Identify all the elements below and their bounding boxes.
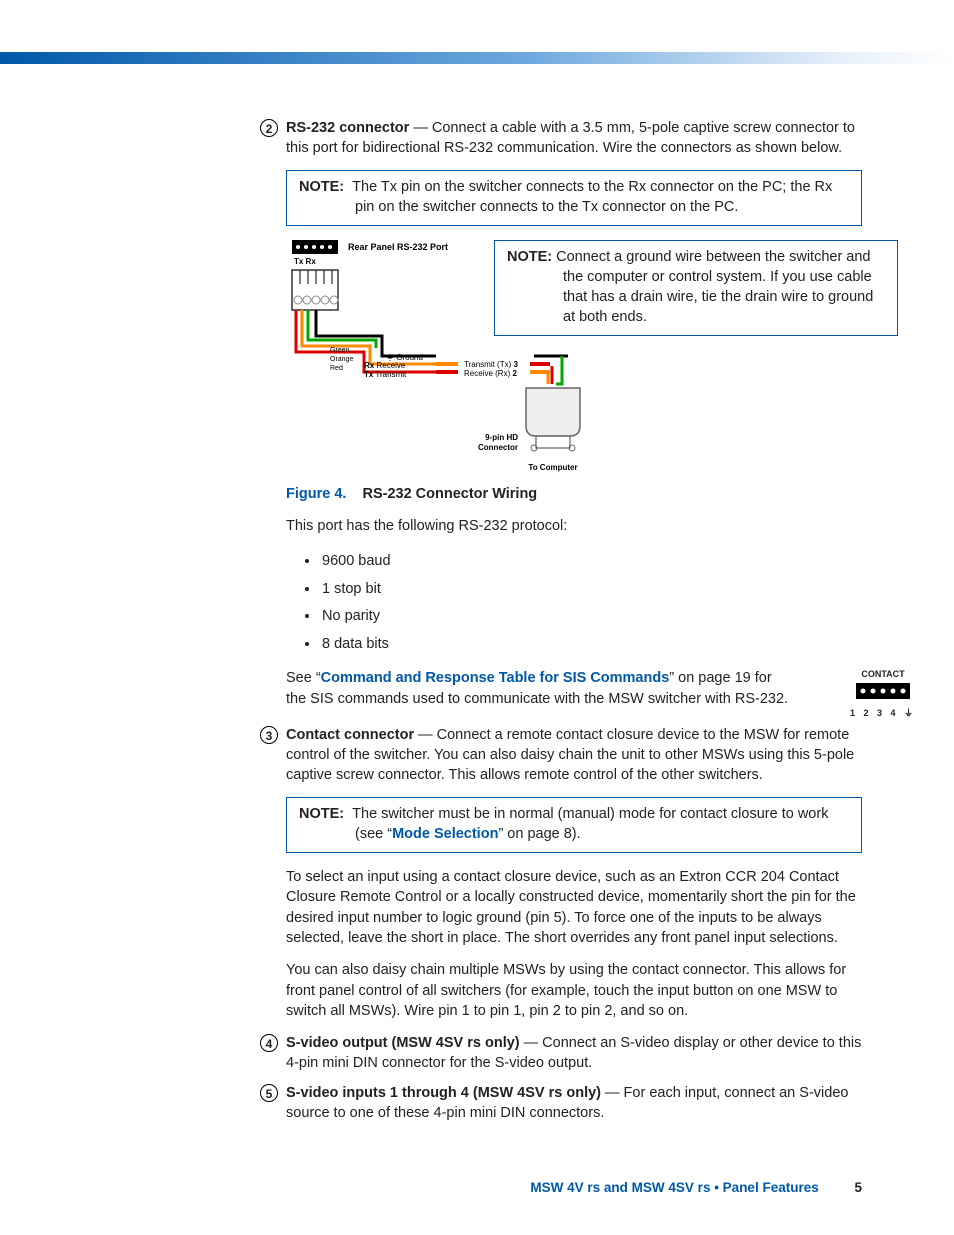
note-text: The Tx pin on the switcher connects to t…	[352, 179, 832, 215]
svg-text:Transmit (Tx) 3: Transmit (Tx) 3	[464, 360, 519, 369]
item-4-title: S-video output (MSW 4SV rs only)	[286, 1035, 520, 1051]
contact-connector-figure: CONTACT 1 2 3 4 ⏚	[848, 668, 918, 719]
svg-text:Tx Transmit: Tx Transmit	[364, 370, 407, 379]
note-text: Connect a ground wire between the switch…	[556, 249, 873, 325]
callout-number-4: 4	[260, 1034, 278, 1052]
protocol-list: 9600 baud 1 stop bit No parity 8 data bi…	[286, 548, 862, 658]
svg-text:Rx Receive: Rx Receive	[364, 361, 406, 370]
callout-number-5: 5	[260, 1084, 278, 1102]
svg-text:9-pin HDConnector: 9-pin HDConnector	[478, 433, 518, 452]
protocol-item: 9600 baud	[320, 548, 862, 576]
link-sis-commands[interactable]: Command and Response Table for SIS Comma…	[321, 670, 670, 686]
label-txpin: Transmit (Tx)	[464, 360, 512, 369]
contact-title: CONTACT	[848, 668, 918, 681]
protocol-intro: This port has the following RS-232 proto…	[286, 516, 862, 536]
protocol-item: No parity	[320, 603, 862, 631]
callout-number-3: 3	[260, 726, 278, 744]
label-rxpin: Receive (Rx)	[464, 369, 511, 378]
label-to-computer: To Computer	[528, 463, 577, 472]
note-tx-rx: NOTE: The Tx pin on the switcher connect…	[286, 170, 862, 226]
note-label: NOTE:	[299, 179, 344, 195]
wiring-diagram: Tx Rx Rear Panel RS-232 Port Green Orang…	[286, 240, 862, 476]
item-2-title: RS-232 connector	[286, 120, 409, 136]
label-transmit: Transmit	[375, 370, 407, 379]
item-3: 3 Contact connector — Connect a remote c…	[260, 725, 862, 785]
label-txrx: Tx Rx	[294, 257, 316, 266]
note-post: ” on page 8).	[498, 826, 580, 842]
label-hd-2: Connector	[478, 443, 518, 452]
label-rx: Rx	[364, 361, 375, 370]
note-label: NOTE:	[299, 806, 344, 822]
link-mode-selection[interactable]: Mode Selection	[392, 826, 498, 842]
svg-text:Receive (Rx) 2: Receive (Rx) 2	[464, 369, 517, 378]
figure-label: Figure 4.	[286, 486, 346, 502]
label-port-title: Rear Panel RS-232 Port	[348, 242, 448, 252]
label-orange: Orange	[330, 356, 353, 363]
figure-caption-text: RS-232 Connector Wiring	[362, 486, 537, 502]
item-5: 5 S-video inputs 1 through 4 (MSW 4SV rs…	[260, 1083, 862, 1123]
label-txpin-n: 3	[514, 360, 519, 369]
protocol-item: 1 stop bit	[320, 576, 862, 604]
figure-4-caption: Figure 4. RS-232 Connector Wiring	[286, 486, 862, 502]
contact-para-1: To select an input using a contact closu…	[286, 867, 862, 948]
see-pre: See “	[286, 670, 321, 686]
item-5-title: S-video inputs 1 through 4 (MSW 4SV rs o…	[286, 1085, 601, 1101]
callout-number-2: 2	[260, 119, 278, 137]
item-3-title: Contact connector	[286, 727, 414, 743]
label-rxpin-n: 2	[512, 369, 517, 378]
page-number: 5	[854, 1180, 862, 1195]
note-ground-wire: NOTE: Connect a ground wire between the …	[494, 240, 898, 336]
header-gradient-bar	[0, 52, 954, 64]
footer-text: MSW 4V rs and MSW 4SV rs • Panel Feature…	[530, 1180, 818, 1195]
label-red: Red	[330, 365, 343, 372]
note-label: NOTE:	[507, 249, 552, 265]
label-receive: Receive	[376, 361, 405, 370]
note-mode-selection: NOTE: The switcher must be in normal (ma…	[286, 797, 862, 853]
see-sis-commands: See “Command and Response Table for SIS …	[286, 668, 862, 709]
contact-para-2: You can also daisy chain multiple MSWs b…	[286, 960, 862, 1021]
contact-pins: 1 2 3 4 ⏚	[848, 707, 918, 720]
item-4: 4 S-video output (MSW 4SV rs only) — Con…	[260, 1033, 862, 1073]
item-2: 2 RS-232 connector — Connect a cable wit…	[260, 118, 862, 158]
label-hd-1: 9-pin HD	[485, 433, 518, 442]
page-footer: MSW 4V rs and MSW 4SV rs • Panel Feature…	[530, 1180, 862, 1195]
label-green: Green	[330, 347, 350, 354]
protocol-item: 8 data bits	[320, 631, 862, 659]
label-tx: Tx	[364, 370, 374, 379]
